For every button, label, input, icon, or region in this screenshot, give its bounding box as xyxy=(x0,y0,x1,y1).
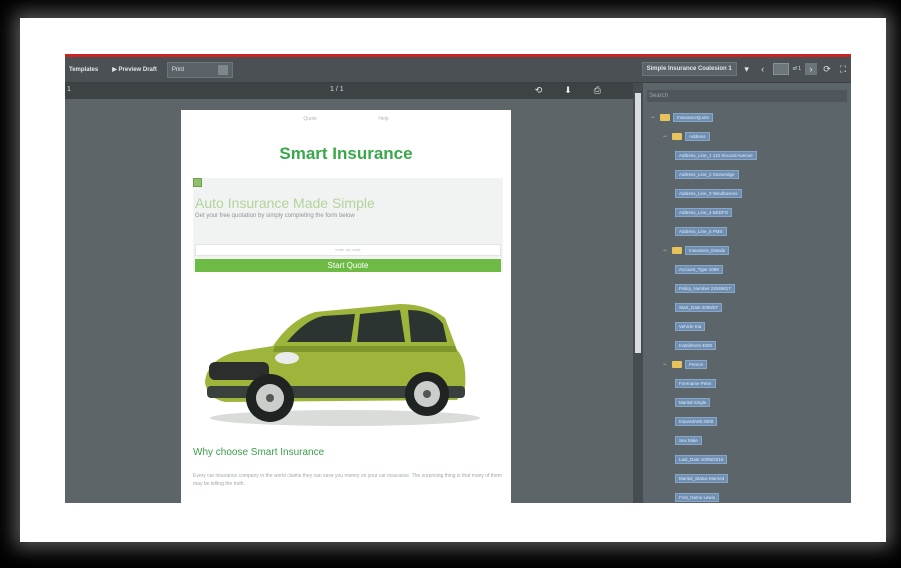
tree-node-label: Policy_Number 22049817 xyxy=(675,284,735,293)
page-top-nav: Quote Help xyxy=(181,116,511,122)
refresh-icon[interactable]: ⟳ xyxy=(821,63,833,75)
tree-field-node[interactable]: Address_Line_2 Stoneridge xyxy=(675,170,739,179)
tree-search-input[interactable]: Search xyxy=(647,90,847,102)
tree-node-label: Person xyxy=(685,360,708,369)
pdf-viewer: 1 1 / 1 ⟲ ⬇ ⎙ Quote Help Smart Insurance… xyxy=(65,83,633,503)
car-image xyxy=(205,304,480,426)
pager-total: of 1 xyxy=(792,66,801,72)
start-quote-button[interactable]: Start Quote xyxy=(195,259,501,272)
viewer-left-marker: 1 xyxy=(67,86,71,93)
tree-field-node[interactable]: Installment 4000 xyxy=(675,341,717,350)
collapse-toggle-icon[interactable]: − xyxy=(651,115,657,121)
folder-icon xyxy=(660,114,670,121)
tree-node-label: Address_Line_1 110 Second Avenue xyxy=(675,151,757,160)
brand-title: Smart Insurance xyxy=(279,144,413,163)
tree-node-label: Forename Peter xyxy=(675,379,716,388)
collapse-toggle-icon[interactable]: − xyxy=(663,248,669,254)
main-toolbar: Templates ▶ Preview Draft Print Simple I… xyxy=(65,57,851,83)
tree-field-node[interactable]: Address_Line_3 Windhavens xyxy=(675,189,742,198)
tree-node-label: Address_Line_2 Stoneridge xyxy=(675,170,739,179)
tree-node-label: InsuranceQuote xyxy=(673,113,714,122)
tree-node-label: Address_Line_3 Windhavens xyxy=(675,189,742,198)
nav-quote-link[interactable]: Quote xyxy=(303,116,317,122)
tree-folder-node[interactable]: − Insurance_Details xyxy=(663,246,730,255)
tree-field-node[interactable]: Marital_Status Married xyxy=(675,474,729,483)
tree-node-label: Address_Line_5 PMS xyxy=(675,227,727,236)
tree-field-node[interactable]: Policy_Number 22049817 xyxy=(675,284,735,293)
data-tree-panel: Search − InsuranceQuote − Address Address_Li… xyxy=(643,83,851,503)
tree-field-node[interactable]: Forename Peter xyxy=(675,379,716,388)
collapse-toggle-icon[interactable]: − xyxy=(663,134,669,140)
folder-icon xyxy=(672,133,682,140)
tree-node-label: InsuredAMt 4000 xyxy=(675,417,718,426)
print-select-label: Print xyxy=(171,66,185,73)
tree-folder-node[interactable]: − Address xyxy=(663,132,710,141)
tree-node-label: Marital Single xyxy=(675,398,711,407)
scrollbar-thumb[interactable] xyxy=(635,93,641,353)
tree-field-node[interactable]: Marital Single xyxy=(675,398,711,407)
image-placeholder-icon xyxy=(193,178,202,187)
viewer-icons: ⟲ ⬇ ⎙ xyxy=(535,85,601,96)
folder-icon xyxy=(672,247,682,254)
download-icon[interactable]: ⬇ xyxy=(564,85,572,96)
preview-draft-button[interactable]: ▶ Preview Draft xyxy=(108,63,161,76)
why-title: Why choose Smart Insurance xyxy=(193,447,325,458)
tree-node-label: First_Name Lewis xyxy=(675,493,720,502)
fullscreen-icon[interactable]: ⛶ xyxy=(837,63,849,75)
rotate-icon[interactable]: ⟲ xyxy=(535,85,543,96)
print-icon[interactable]: ⎙ xyxy=(594,85,601,96)
pager-prev-icon[interactable]: ‹ xyxy=(757,63,769,75)
hero-subtitle: Get your free quotation by simply comple… xyxy=(195,213,355,219)
hero-section: Auto Insurance Made Simple Get your free… xyxy=(193,178,503,272)
toolbar-right-group: Simple Insurance Coalesion 1 ▾ ‹ of 1 › … xyxy=(641,62,849,76)
print-select[interactable]: Print xyxy=(166,61,233,78)
tree-field-node[interactable]: First_Name Lewis xyxy=(675,493,720,502)
document-page: Quote Help Smart Insurance Auto Insuranc… xyxy=(181,110,511,503)
template-editor-app: Templates ▶ Preview Draft Print Simple I… xyxy=(65,57,851,503)
tree-field-node[interactable]: InsuredAMt 4000 xyxy=(675,417,718,426)
why-body-text: Every car insurance company in the world… xyxy=(193,473,502,487)
tree-node-label: Sex Male xyxy=(675,436,702,445)
template-select[interactable]: Simple Insurance Coalesion 1 xyxy=(641,62,737,76)
tree-field-node[interactable]: Address_Line_4 BEDFO xyxy=(675,208,733,217)
tree-folder-node[interactable]: − Person xyxy=(663,360,708,369)
pager-next-icon[interactable]: › xyxy=(805,63,817,75)
tree-field-node[interactable]: Vehicle Kia xyxy=(675,322,706,331)
tree-node-label: Start_Date 2009/07 xyxy=(675,303,723,312)
tree-field-node[interactable]: Address_Line_1 110 Second Avenue xyxy=(675,151,757,160)
tree-node-label: Insurance_Details xyxy=(685,246,730,255)
tree-field-node[interactable]: Address_Line_5 PMS xyxy=(675,227,727,236)
folder-icon xyxy=(672,361,682,368)
chevron-down-icon[interactable]: ▾ xyxy=(741,63,753,75)
tree-field-node[interactable]: Start_Date 2009/07 xyxy=(675,303,723,312)
viewer-scrollbar[interactable] xyxy=(633,83,643,503)
tree-node-label: Account_Type 1099 xyxy=(675,265,723,274)
tree-field-node[interactable]: Account_Type 1099 xyxy=(675,265,723,274)
zip-code-input[interactable]: enter zip code xyxy=(195,244,501,256)
tree-node-label: Vehicle Kia xyxy=(675,322,706,331)
tree-node-label: Last_Date 10/05/2015 xyxy=(675,455,728,464)
page-number-input[interactable] xyxy=(772,63,789,75)
tree-node-label: Address_Line_4 BEDFO xyxy=(675,208,733,217)
tree-folder-node[interactable]: − InsuranceQuote xyxy=(651,113,714,122)
chevron-down-icon xyxy=(217,64,228,75)
tree-field-node[interactable]: Sex Male xyxy=(675,436,702,445)
nav-help-link[interactable]: Help xyxy=(378,116,388,122)
viewer-toolbar: 1 1 / 1 ⟲ ⬇ ⎙ xyxy=(65,83,633,99)
hero-title: Auto Insurance Made Simple xyxy=(195,195,375,211)
templates-button[interactable]: Templates xyxy=(65,64,102,76)
page-indicator: 1 / 1 xyxy=(330,86,344,93)
collapse-toggle-icon[interactable]: − xyxy=(663,362,669,368)
tree-field-node[interactable]: Last_Date 10/05/2015 xyxy=(675,455,728,464)
tree-node-label: Marital_Status Married xyxy=(675,474,729,483)
tree-node-label: Address xyxy=(685,132,710,141)
tree-node-label: Installment 4000 xyxy=(675,341,717,350)
